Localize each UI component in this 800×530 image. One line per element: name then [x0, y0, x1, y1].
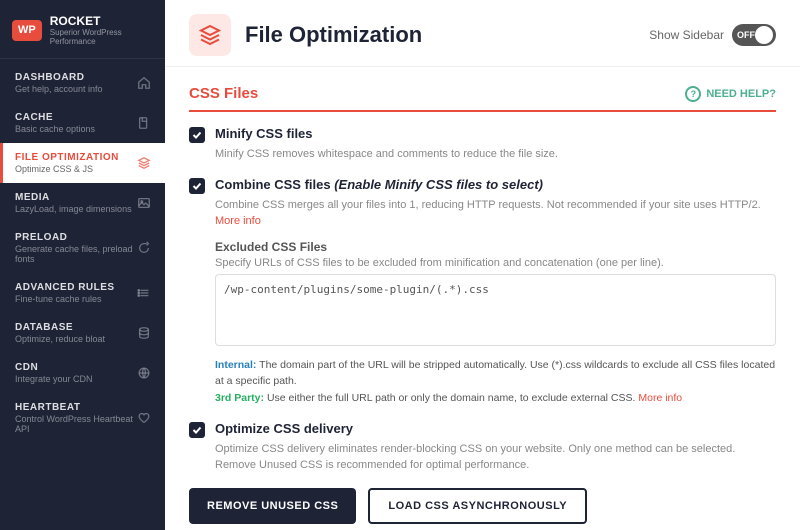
excluded-css-sublabel: Specify URLs of CSS files to be excluded… [215, 257, 776, 269]
sidebar-item-database[interactable]: DATABASE Optimize, reduce bloat [0, 313, 165, 353]
remove-unused-css-button[interactable]: REMOVE UNUSED CSS [189, 488, 356, 524]
logo-area: WP ROCKET Superior WordPress Performance [0, 0, 165, 59]
excluded-css-info: Internal: The domain part of the URL wil… [215, 357, 776, 407]
sidebar-item-cache[interactable]: CACHE Basic cache options [0, 103, 165, 143]
minify-css-option: Minify CSS files Minify CSS removes whit… [189, 126, 776, 163]
internal-info: The domain part of the URL will be strip… [215, 359, 775, 388]
excluded-css-label: Excluded CSS Files [215, 240, 776, 254]
refresh-icon [135, 239, 153, 257]
sidebar-nav: DASHBOARD Get help, account info CACHE B… [0, 59, 165, 530]
logo-sub: Superior WordPress Performance [50, 28, 153, 46]
combine-css-label-em: (Enable Minify CSS files to select) [334, 177, 543, 192]
sidebar-toggle-switch[interactable]: OFF [732, 24, 776, 46]
sidebar-toggle-label: Show Sidebar [649, 28, 724, 42]
3rd-party-more-info-link[interactable]: More info [638, 392, 682, 404]
section-title: CSS Files [189, 85, 258, 102]
combine-css-more-info-link[interactable]: More info [215, 215, 261, 227]
page-header: File Optimization Show Sidebar OFF [165, 0, 800, 67]
combine-css-label: Combine CSS files (Enable Minify CSS fil… [215, 177, 543, 192]
logo-icon: WP [12, 20, 42, 41]
home-icon [135, 74, 153, 92]
combine-css-checkbox[interactable] [189, 178, 205, 194]
image-icon [135, 194, 153, 212]
optimize-css-delivery-desc: Optimize CSS delivery eliminates render-… [215, 441, 776, 474]
sidebar-item-heartbeat[interactable]: HEARTBEAT Control WordPress Heartbeat AP… [0, 393, 165, 443]
toggle-knob [755, 26, 773, 44]
page-title: File Optimization [245, 22, 422, 48]
sidebar-item-preload[interactable]: PRELOAD Generate cache files, preload fo… [0, 223, 165, 273]
combine-css-option: Combine CSS files (Enable Minify CSS fil… [189, 177, 776, 407]
sidebar-toggle-area: Show Sidebar OFF [649, 24, 776, 46]
help-icon: ? [685, 86, 701, 102]
sidebar-item-advanced-rules[interactable]: ADVANCED RULES Fine-tune cache rules [0, 273, 165, 313]
3rd-party-label: 3rd Party: [215, 392, 264, 404]
header-icon-box [189, 14, 231, 56]
load-css-async-button[interactable]: LOAD CSS ASYNCHRONOUSLY [368, 488, 587, 524]
list-icon [135, 284, 153, 302]
sidebar: WP ROCKET Superior WordPress Performance… [0, 0, 165, 530]
3rd-party-info: Use either the full URL path or only the… [264, 392, 635, 404]
need-help-link[interactable]: ? NEED HELP? [685, 86, 776, 102]
sidebar-item-cdn[interactable]: CDN Integrate your CDN [0, 353, 165, 393]
sidebar-item-media[interactable]: MEDIA LazyLoad, image dimensions [0, 183, 165, 223]
logo-name: ROCKET [50, 14, 153, 28]
content-area: CSS Files ? NEED HELP? Minify CSS files … [165, 67, 800, 530]
optimize-css-delivery-checkbox[interactable] [189, 422, 205, 438]
combine-css-desc: Combine CSS merges all your files into 1… [215, 197, 776, 230]
css-files-section-header: CSS Files ? NEED HELP? [189, 85, 776, 112]
internal-label: Internal: [215, 359, 256, 371]
main-content: File Optimization Show Sidebar OFF CSS F… [165, 0, 800, 530]
header-layers-icon [198, 23, 222, 47]
toggle-state-label: OFF [737, 30, 755, 40]
optimize-css-delivery-option: Optimize CSS delivery Optimize CSS deliv… [189, 421, 776, 474]
minify-css-desc: Minify CSS removes whitespace and commen… [215, 146, 776, 163]
layers-icon [135, 154, 153, 172]
minify-css-checkbox[interactable] [189, 127, 205, 143]
database-icon [135, 324, 153, 342]
sidebar-item-file-optimization[interactable]: FILE OPTIMIZATION Optimize CSS & JS [0, 143, 165, 183]
globe-icon [135, 364, 153, 382]
optimize-css-delivery-label: Optimize CSS delivery [215, 421, 353, 436]
excluded-css-textarea[interactable]: /wp-content/plugins/some-plugin/(.*).css [215, 274, 776, 346]
file-icon [135, 114, 153, 132]
heart-icon [135, 409, 153, 427]
bottom-buttons: REMOVE UNUSED CSS LOAD CSS ASYNCHRONOUSL… [189, 488, 776, 524]
need-help-label: NEED HELP? [706, 88, 776, 100]
minify-css-label: Minify CSS files [215, 126, 313, 141]
sidebar-item-dashboard[interactable]: DASHBOARD Get help, account info [0, 63, 165, 103]
